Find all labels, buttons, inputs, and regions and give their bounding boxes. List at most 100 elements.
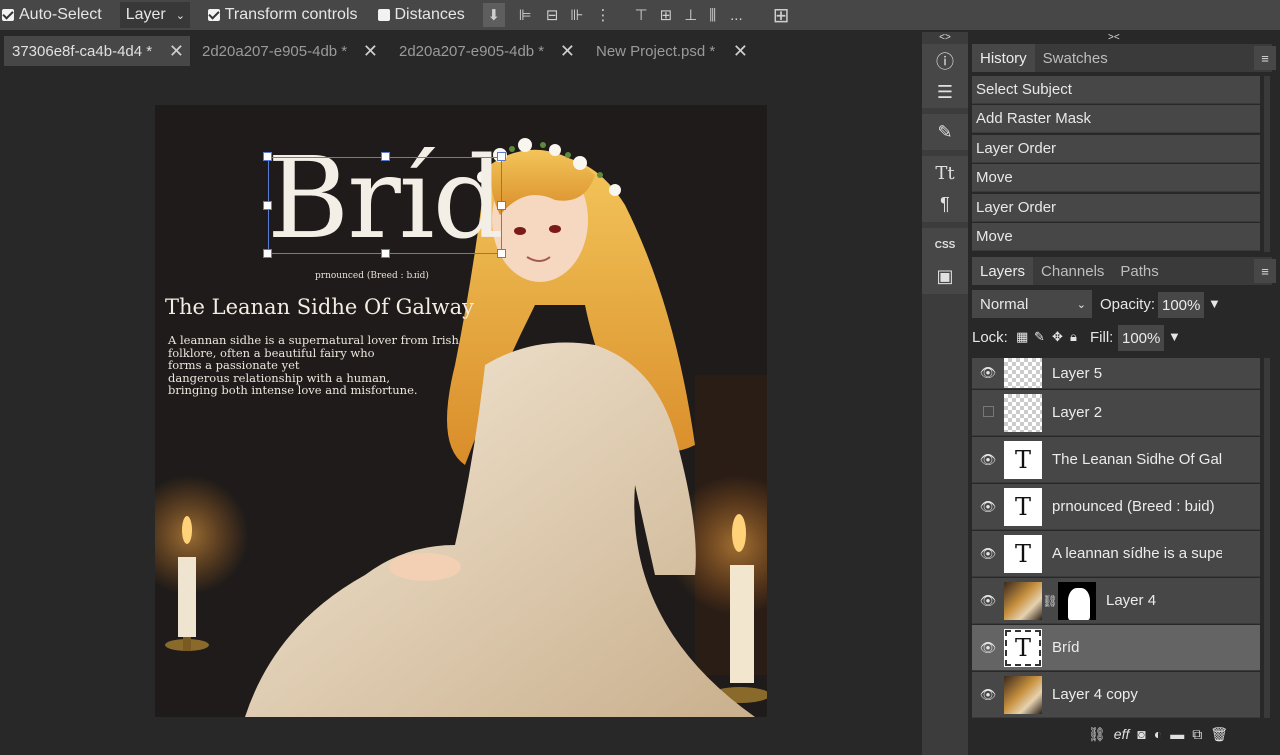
character-icon[interactable]: Tt [922, 158, 968, 188]
distances-label: Distances [394, 6, 465, 23]
image-icon[interactable]: ▣ [922, 261, 968, 291]
tab-paths[interactable]: Paths [1112, 257, 1166, 285]
close-icon[interactable]: ✕ [169, 41, 184, 62]
eye-icon[interactable]: 👁︎ [972, 593, 1004, 609]
eye-icon[interactable]: 👁︎ [972, 499, 1004, 515]
close-icon[interactable]: ✕ [560, 41, 575, 62]
paragraph-icon[interactable]: ¶ [922, 189, 968, 219]
tool-group: Tt ¶ [922, 156, 968, 222]
tab-new-project[interactable]: New Project.psd * ✕ [588, 36, 754, 66]
eye-icon[interactable]: 👁︎ [972, 687, 1004, 703]
opacity-input[interactable]: 100% [1158, 292, 1204, 318]
history-item[interactable]: Move [972, 164, 1260, 192]
panel-menu-icon[interactable]: ≡ [1254, 259, 1276, 283]
download-icon[interactable]: ⬇ [482, 3, 505, 27]
artboard[interactable]: Bríd prnounced (Breed : bɹid) The Leanan… [155, 105, 767, 717]
resize-handle[interactable] [263, 152, 272, 161]
layer-row[interactable]: 👁︎ T A leannan sídhe is a supernatural [972, 531, 1260, 577]
layer-row[interactable]: 👁︎ Layer 4 copy [972, 672, 1260, 718]
auto-select-checkbox[interactable]: Auto-Select [2, 6, 102, 24]
eye-icon[interactable]: 👁︎ [972, 640, 1004, 656]
visibility-off-icon[interactable] [972, 405, 1004, 420]
selection-bounding-box[interactable] [268, 157, 502, 254]
more-options-button[interactable]: ... [730, 7, 743, 24]
layer-row[interactable]: 👁︎ T prnounced (Breed : bɹid) [972, 484, 1260, 530]
caret-down-icon[interactable]: ▼ [1168, 329, 1181, 344]
tab-label: New Project.psd * [596, 42, 716, 60]
delete-layer-icon[interactable]: 🗑︎ [1210, 726, 1228, 743]
history-item[interactable]: Select Subject [972, 76, 1260, 104]
close-icon[interactable]: ✕ [363, 41, 378, 62]
layer-row[interactable]: 👁︎ T The Leanan Sidhe Of Galway [972, 437, 1260, 483]
align-middle-icon[interactable]: ⊞ [660, 6, 673, 24]
chevron-down-icon: ⌄ [175, 9, 185, 22]
align-center-h-icon[interactable]: ⊟ [546, 6, 559, 24]
tab-label: 37306e8f-ca4b-4d4 * [12, 42, 153, 60]
add-mask-icon[interactable]: ◙ [1137, 726, 1145, 743]
layer-thumbnail [1004, 393, 1042, 432]
lock-move-icon[interactable]: ✥ [1052, 329, 1063, 345]
tab-layers[interactable]: Layers [972, 257, 1034, 285]
adjustment-layer-icon[interactable]: ◐ [1154, 726, 1162, 743]
collapse-toggle[interactable]: <> [922, 32, 968, 44]
history-item[interactable]: Move [972, 223, 1260, 251]
close-icon[interactable]: ✕ [733, 41, 748, 62]
layer-row[interactable]: Layer 2 [972, 390, 1260, 436]
distribute-v-icon[interactable]: ⋮ [595, 6, 610, 24]
resize-handle[interactable] [381, 152, 390, 161]
text-layer-icon: T [1004, 440, 1042, 479]
history-scrollbar[interactable] [1264, 76, 1270, 252]
tab-history[interactable]: History [972, 44, 1035, 72]
effects-button[interactable]: eff [1114, 726, 1130, 743]
history-item[interactable]: Layer Order [972, 194, 1260, 222]
eye-icon[interactable]: 👁︎ [972, 452, 1004, 468]
layer-mask-thumbnail[interactable] [1058, 581, 1096, 620]
info-icon[interactable]: ⓘ [922, 46, 968, 76]
brush-icon[interactable]: ✎ [922, 117, 968, 147]
fill-input[interactable]: 100% [1118, 325, 1164, 351]
link-chain-icon[interactable]: ⛓︎ [1042, 594, 1058, 608]
align-right-icon[interactable]: ⊪ [570, 6, 583, 24]
distribute-h-icon[interactable]: ⫼ [709, 7, 716, 24]
blend-mode-select[interactable]: Normal ⌄ [972, 290, 1092, 318]
layer-row[interactable]: 👁︎ Layer 5 [972, 358, 1260, 389]
tab-swatches[interactable]: Swatches [1035, 44, 1116, 72]
tab-document-3[interactable]: 2d20a207-e905-4db * ✕ [391, 36, 581, 66]
lock-paint-icon[interactable]: ✎ [1034, 329, 1045, 345]
eye-icon[interactable]: 👁︎ [972, 546, 1004, 562]
align-left-icon[interactable]: ⊫ [519, 6, 532, 24]
adjust-icon[interactable]: ☰ [922, 77, 968, 107]
align-top-icon[interactable]: ⊤ [634, 6, 647, 24]
resize-handle[interactable] [381, 249, 390, 258]
panel-collapse-toggle[interactable]: >< [1108, 32, 1120, 43]
text-layer-icon: T [1004, 628, 1042, 667]
tab-document-1[interactable]: 37306e8f-ca4b-4d4 * ✕ [4, 36, 190, 66]
tab-channels[interactable]: Channels [1033, 257, 1112, 285]
css-icon[interactable]: CSS [922, 230, 968, 260]
new-group-icon[interactable]: ▬ [1170, 726, 1184, 743]
link-layers-icon[interactable]: ⛓︎ [1088, 726, 1106, 743]
new-layer-icon[interactable]: ⧉ [1192, 726, 1202, 743]
layers-scrollbar[interactable] [1264, 358, 1270, 718]
layer-select-dropdown[interactable]: Layer ⌄ [119, 2, 190, 28]
grid-icon[interactable]: ⊞ [773, 3, 790, 28]
panel-menu-icon[interactable]: ≡ [1254, 46, 1276, 70]
resize-handle[interactable] [263, 201, 272, 210]
resize-handle[interactable] [263, 249, 272, 258]
caret-down-icon[interactable]: ▼ [1208, 296, 1221, 311]
align-bottom-icon[interactable]: ⊥ [684, 6, 697, 24]
transform-controls-checkbox[interactable]: Transform controls [207, 6, 358, 24]
layer-row[interactable]: 👁︎ T Bríd [972, 625, 1260, 671]
resize-handle[interactable] [497, 249, 506, 258]
lock-all-icon[interactable]: 🔒︎ [1070, 329, 1077, 345]
distances-checkbox[interactable]: Distances [377, 6, 465, 24]
lock-transparency-icon[interactable]: ▦ [1016, 329, 1028, 345]
history-item[interactable]: Layer Order [972, 135, 1260, 163]
eye-icon[interactable]: 👁︎ [972, 365, 1004, 381]
history-item[interactable]: Add Raster Mask [972, 105, 1260, 133]
layer-row[interactable]: 👁︎ ⛓︎ Layer 4 [972, 578, 1260, 624]
checkbox-checked-icon [207, 9, 220, 21]
tab-document-2[interactable]: 2d20a207-e905-4db * ✕ [194, 36, 384, 66]
resize-handle[interactable] [497, 201, 506, 210]
resize-handle[interactable] [497, 152, 506, 161]
